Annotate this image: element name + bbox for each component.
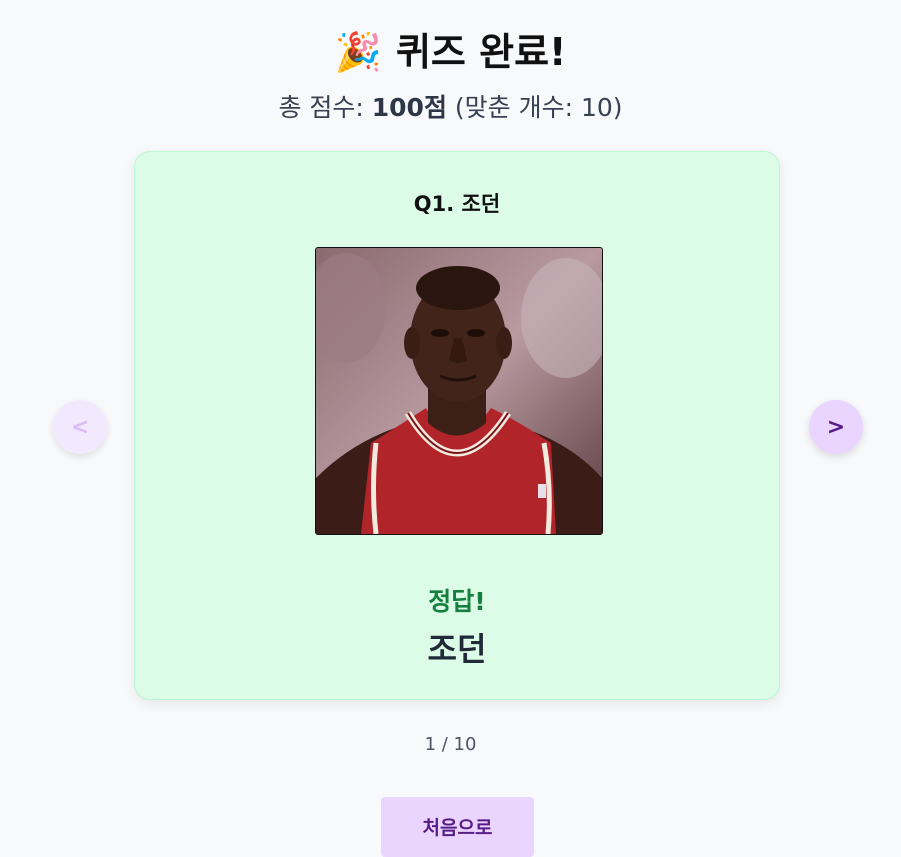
- next-button[interactable]: >: [809, 400, 863, 454]
- restart-button[interactable]: 처음으로: [381, 797, 534, 857]
- page-counter: 1 / 10: [424, 734, 477, 755]
- score-value: 100점: [371, 93, 447, 122]
- player-photo-image: [316, 248, 602, 534]
- question-label: Q1. 조던: [413, 192, 501, 216]
- player-photo: [315, 247, 603, 535]
- score-suffix: (맞춘 개수: 10): [446, 93, 623, 122]
- party-popper-icon: 🎉: [334, 30, 382, 74]
- result-label: 정답!: [428, 587, 486, 616]
- score-prefix: 총 점수:: [278, 93, 372, 122]
- title-text: 퀴즈 완료!: [395, 30, 567, 74]
- score-summary: 총 점수: 100점 (맞춘 개수: 10): [0, 88, 901, 128]
- question-card: Q1. 조던 정답! 조던: [134, 151, 780, 700]
- answer-text: 조던: [427, 630, 487, 668]
- prev-button[interactable]: <: [53, 400, 107, 454]
- page-title: 🎉 퀴즈 완료!: [0, 24, 901, 80]
